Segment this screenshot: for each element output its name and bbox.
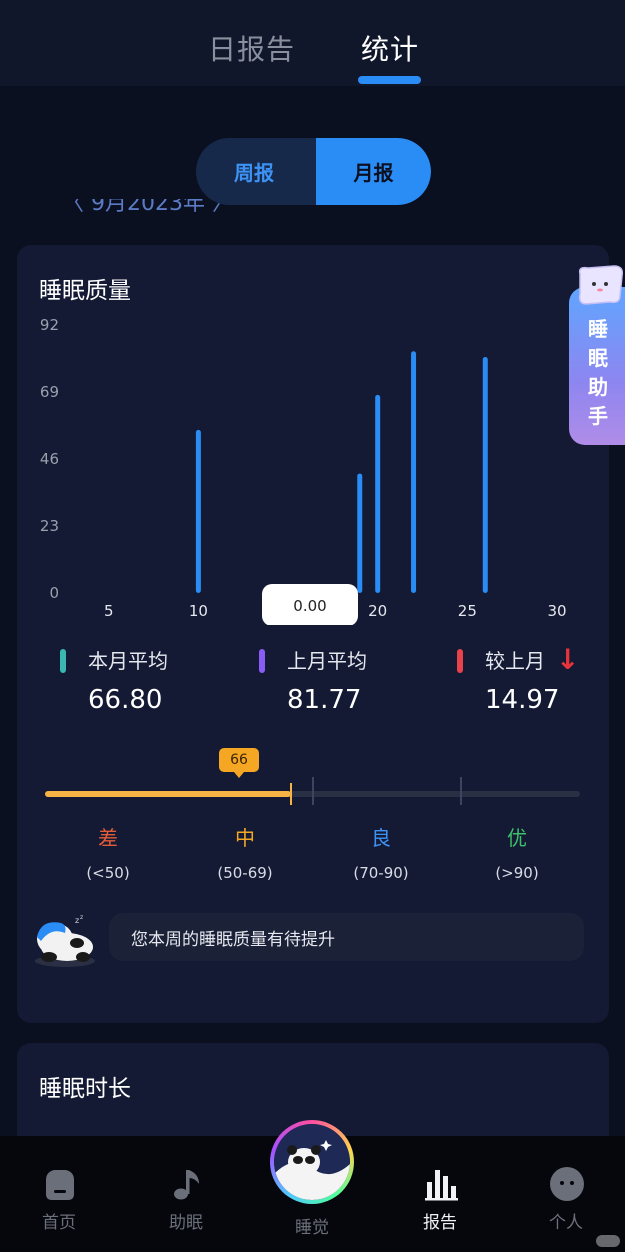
sleep-assistant-label: 睡眠助手 (588, 317, 608, 428)
card-title: 睡眠时长 (39, 1076, 131, 1102)
legend-swatch (457, 649, 463, 673)
grade-name: 差 (98, 826, 118, 850)
period-toggle: 周报 月报 (196, 138, 431, 205)
grade-range: (50-69) (217, 864, 273, 882)
legend-label: 本月平均 (88, 649, 168, 673)
grade-poor: 差 (<50) (58, 822, 158, 882)
sleep-button[interactable] (270, 1120, 354, 1204)
tooltip-value: 0.00 (293, 597, 326, 615)
x-tick-label: 5 (104, 602, 114, 620)
grade-divider (460, 777, 462, 805)
y-tick-label: 0 (49, 584, 59, 602)
grade-range: (70-90) (353, 864, 409, 882)
legend-value: 66.80 (88, 685, 163, 715)
y-tick-label: 46 (40, 450, 59, 468)
grade-name: 良 (371, 826, 391, 850)
arrow-down-icon: ↓ (556, 643, 580, 676)
svg-text:z: z (75, 916, 79, 925)
y-tick-label: 69 (40, 383, 59, 401)
grade-good: 良 (70-90) (331, 822, 431, 882)
legend-swatch (259, 649, 265, 673)
legend-value: 81.77 (287, 685, 362, 715)
score-track (45, 777, 580, 805)
tab-daily-report[interactable]: 日报告 (208, 28, 295, 68)
sleep-quality-card: 睡眠质量 023466992510152025300.00 本月平均 66.80… (17, 245, 609, 1023)
svg-text:z: z (80, 914, 83, 921)
legend-swatch (60, 649, 66, 673)
card-title: 睡眠质量 (39, 278, 131, 304)
top-tab-bar: 日报告 统计 (0, 0, 625, 86)
nav-sleep-label: 睡觉 (295, 1218, 329, 1238)
sleep-tip: 您本周的睡眠质量有待提升 (109, 913, 584, 961)
active-tab-indicator (358, 76, 421, 84)
chart-bar[interactable] (482, 357, 488, 593)
sleep-tip-text: 您本周的睡眠质量有待提升 (131, 929, 335, 950)
chart-bar[interactable] (357, 473, 363, 593)
pillow-icon (578, 265, 624, 305)
x-tick-label: 10 (189, 602, 208, 620)
grade-name: 优 (507, 826, 527, 850)
nav-report[interactable]: 报告 (390, 1136, 490, 1252)
grade-range: (<50) (86, 864, 130, 882)
legend-label: 较上月 (485, 649, 545, 673)
nav-sleep-aid[interactable]: 助眠 (136, 1136, 236, 1252)
score-marker: 66 (219, 748, 259, 778)
sleeping-panda-icon: z z (35, 914, 95, 967)
sleep-assistant-button[interactable]: 睡眠助手 (569, 287, 625, 445)
sleep-quality-chart: 023466992510152025300.00 (40, 316, 567, 625)
score-thumb (290, 783, 293, 805)
x-tick-label: 25 (458, 602, 477, 620)
x-tick-label: 20 (368, 602, 387, 620)
chart-bar[interactable] (411, 351, 417, 593)
score-fill (45, 791, 292, 797)
x-tick-label: 30 (547, 602, 566, 620)
nav-home[interactable]: 首页 (9, 1136, 109, 1252)
nav-label: 首页 (42, 1213, 76, 1233)
nav-label: 报告 (423, 1213, 457, 1233)
chart-bar[interactable] (375, 394, 381, 593)
y-tick-label: 92 (40, 316, 59, 334)
nav-label: 个人 (549, 1213, 583, 1233)
music-note-icon (174, 1170, 199, 1200)
grade-excellent: 优 (>90) (467, 822, 567, 882)
tab-statistics[interactable]: 统计 (361, 28, 419, 68)
grade-range: (>90) (495, 864, 539, 882)
nav-label: 助眠 (169, 1213, 203, 1233)
watermark (596, 1235, 620, 1247)
grade-divider (312, 777, 314, 805)
legend-label: 上月平均 (287, 649, 367, 673)
y-tick-label: 23 (40, 517, 59, 535)
home-icon (46, 1170, 74, 1200)
profile-icon (550, 1167, 584, 1201)
month-report-button[interactable]: 月报 (316, 138, 431, 205)
bar-chart-icon (425, 1170, 458, 1201)
week-report-button[interactable]: 周报 (196, 138, 312, 205)
grade-name: 中 (235, 826, 255, 850)
grade-fair: 中 (50-69) (195, 822, 295, 882)
legend-value: 14.97 (485, 685, 560, 715)
panda-sleep-icon (274, 1124, 350, 1200)
chart-tooltip: 0.00 (262, 584, 358, 625)
chart-bar[interactable] (195, 429, 201, 593)
